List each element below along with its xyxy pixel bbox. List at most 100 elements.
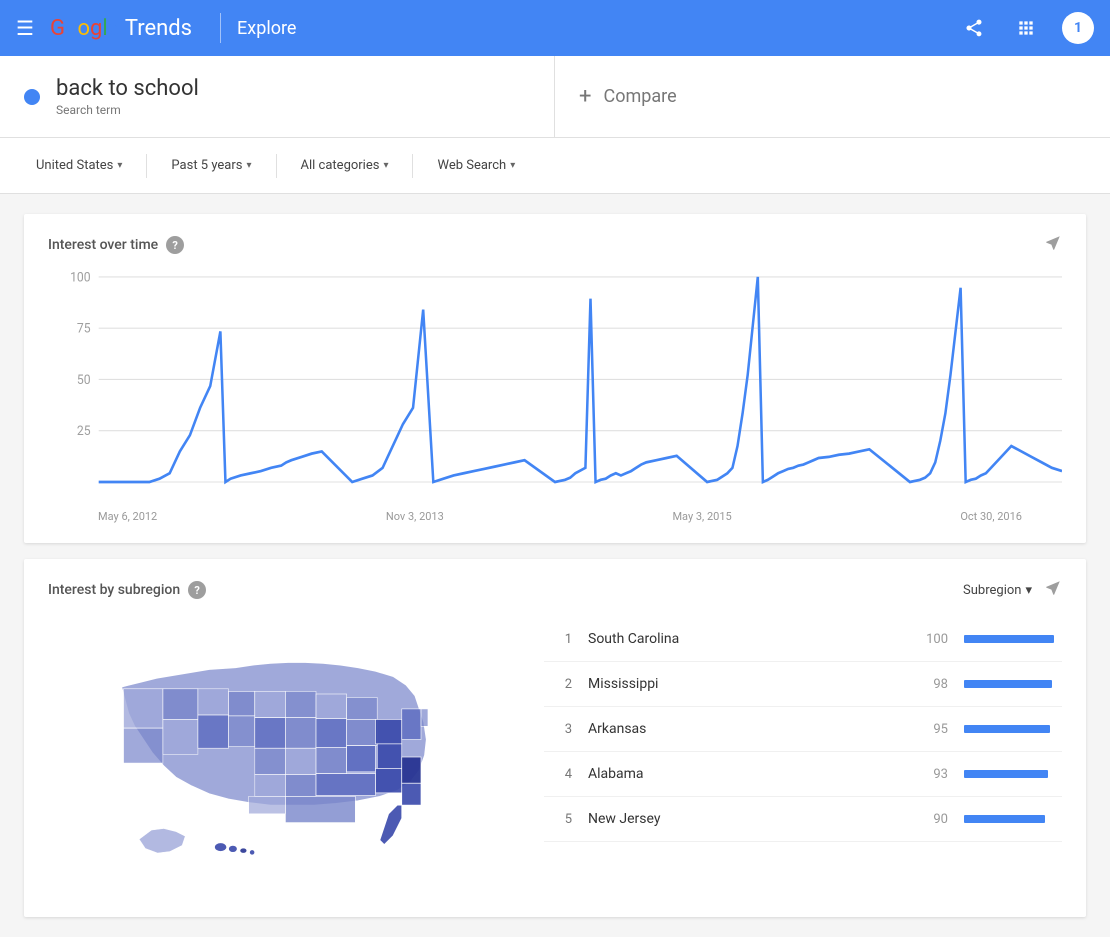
filter-separator-2 xyxy=(276,154,277,178)
ranking-name-1: South Carolina xyxy=(588,631,902,647)
ranking-item-1: 1 South Carolina 100 xyxy=(544,617,1062,662)
svg-text:50: 50 xyxy=(77,372,91,388)
ranking-num-2: 2 xyxy=(552,677,572,692)
svg-text:25: 25 xyxy=(77,424,91,440)
time-range-chevron-icon: ▾ xyxy=(246,160,251,171)
apps-button[interactable] xyxy=(1010,12,1042,44)
ranking-name-5: New Jersey xyxy=(588,811,902,827)
time-range-filter[interactable]: Past 5 years ▾ xyxy=(159,150,263,181)
logo-o2: o xyxy=(77,16,90,41)
main-content: Interest over time ? 100 75 50 xyxy=(0,194,1110,937)
interest-over-time-chart: 100 75 50 25 xyxy=(48,266,1062,506)
subregion-controls: Subregion ▾ xyxy=(963,579,1062,601)
ranking-score-2: 98 xyxy=(918,677,948,692)
ranking-name-2: Mississippi xyxy=(588,676,902,692)
search-type-chevron-icon: ▾ xyxy=(510,160,515,171)
search-term-text[interactable]: back to school xyxy=(56,76,199,101)
avatar[interactable]: 1 xyxy=(1062,12,1094,44)
region-chevron-icon: ▾ xyxy=(117,160,122,171)
ranking-score-5: 90 xyxy=(918,812,948,827)
us-map-svg xyxy=(48,617,528,897)
compare-section[interactable]: + Compare xyxy=(555,56,1110,137)
ranking-bar-4 xyxy=(964,770,1048,778)
share-button[interactable] xyxy=(958,12,990,44)
subregion-header: Interest by subregion ? Subregion ▾ xyxy=(48,579,1062,601)
chart-svg: 100 75 50 25 xyxy=(48,266,1062,506)
logo-trends-text: Trends xyxy=(125,16,192,41)
ranking-score-4: 93 xyxy=(918,767,948,782)
chart-x-label-2: Nov 3, 2013 xyxy=(386,510,444,523)
chart-x-labels: May 6, 2012 Nov 3, 2013 May 3, 2015 Oct … xyxy=(48,510,1062,523)
svg-text:100: 100 xyxy=(70,270,91,286)
ranking-bar-container-2 xyxy=(964,680,1054,688)
logo-text: Google Trends xyxy=(50,16,192,41)
header-icons: 1 xyxy=(958,12,1094,44)
subregion-dropdown[interactable]: Subregion ▾ xyxy=(963,583,1032,598)
interest-over-time-help-icon[interactable]: ? xyxy=(166,236,184,254)
filter-separator-3 xyxy=(412,154,413,178)
header: ☰ Google Trends Explore 1 xyxy=(0,0,1110,56)
ranking-num-5: 5 xyxy=(552,812,572,827)
us-map-container xyxy=(48,617,528,897)
interest-over-time-header: Interest over time ? xyxy=(48,234,1062,256)
subregion-help-icon[interactable]: ? xyxy=(188,581,206,599)
filter-separator-1 xyxy=(146,154,147,178)
ranking-bar-1 xyxy=(964,635,1054,643)
interest-over-time-title: Interest over time xyxy=(48,237,158,253)
subregion-title: Interest by subregion xyxy=(48,582,180,598)
category-chevron-icon: ▾ xyxy=(383,160,388,171)
interest-over-time-share-icon[interactable] xyxy=(1044,234,1062,256)
search-term-section: back to school Search term xyxy=(0,56,555,137)
chart-x-label-1: May 6, 2012 xyxy=(98,510,157,523)
search-type-filter-label: Web Search xyxy=(437,158,506,173)
subregion-content: 1 South Carolina 100 2 Mississippi 98 xyxy=(48,617,1062,897)
chart-x-label-4: Oct 30, 2016 xyxy=(960,510,1022,523)
interest-by-subregion-card: Interest by subregion ? Subregion ▾ xyxy=(24,559,1086,917)
search-type-filter[interactable]: Web Search ▾ xyxy=(425,150,527,181)
ranking-bar-container-3 xyxy=(964,725,1054,733)
ranking-item-4: 4 Alabama 93 xyxy=(544,752,1062,797)
card-title-group: Interest over time ? xyxy=(48,236,184,254)
ranking-num-1: 1 xyxy=(552,632,572,647)
svg-text:75: 75 xyxy=(77,321,91,337)
ranking-name-3: Arkansas xyxy=(588,721,902,737)
logo: Google Trends xyxy=(50,16,192,41)
ranking-num-3: 3 xyxy=(552,722,572,737)
filters-bar: United States ▾ Past 5 years ▾ All categ… xyxy=(0,138,1110,194)
explore-label: Explore xyxy=(237,18,296,39)
menu-icon[interactable]: ☰ xyxy=(16,16,34,40)
category-filter[interactable]: All categories ▾ xyxy=(289,150,401,181)
compare-plus-icon: + xyxy=(579,84,591,109)
ranking-num-4: 4 xyxy=(552,767,572,782)
compare-label: Compare xyxy=(603,86,676,107)
ranking-bar-3 xyxy=(964,725,1050,733)
term-indicator xyxy=(24,89,40,105)
ranking-item-3: 3 Arkansas 95 xyxy=(544,707,1062,752)
subregion-dropdown-label: Subregion xyxy=(963,583,1021,598)
ranking-bar-container-4 xyxy=(964,770,1054,778)
ranking-bar-container-1 xyxy=(964,635,1054,643)
search-term-type: Search term xyxy=(56,103,199,117)
ranking-score-3: 95 xyxy=(918,722,948,737)
ranking-item-5: 5 New Jersey 90 xyxy=(544,797,1062,842)
ranking-bar-container-5 xyxy=(964,815,1054,823)
rankings-container: 1 South Carolina 100 2 Mississippi 98 xyxy=(544,617,1062,897)
ranking-bar-5 xyxy=(964,815,1045,823)
logo-g: G xyxy=(50,16,65,41)
search-term-info: back to school Search term xyxy=(56,76,199,117)
share-icon xyxy=(964,18,984,38)
logo-g2: g xyxy=(90,16,102,41)
subregion-dropdown-chevron-icon: ▾ xyxy=(1025,583,1032,598)
apps-icon xyxy=(1016,18,1036,38)
subregion-share-icon[interactable] xyxy=(1044,579,1062,601)
ranking-name-4: Alabama xyxy=(588,766,902,782)
region-filter[interactable]: United States ▾ xyxy=(24,150,134,181)
logo-o1: o xyxy=(65,16,78,41)
interest-over-time-card: Interest over time ? 100 75 50 xyxy=(24,214,1086,543)
chart-x-label-3: May 3, 2015 xyxy=(672,510,731,523)
region-filter-label: United States xyxy=(36,158,113,173)
ranking-score-1: 100 xyxy=(918,632,948,647)
subregion-title-group: Interest by subregion ? xyxy=(48,581,206,599)
ranking-item-2: 2 Mississippi 98 xyxy=(544,662,1062,707)
time-range-filter-label: Past 5 years xyxy=(171,158,242,173)
